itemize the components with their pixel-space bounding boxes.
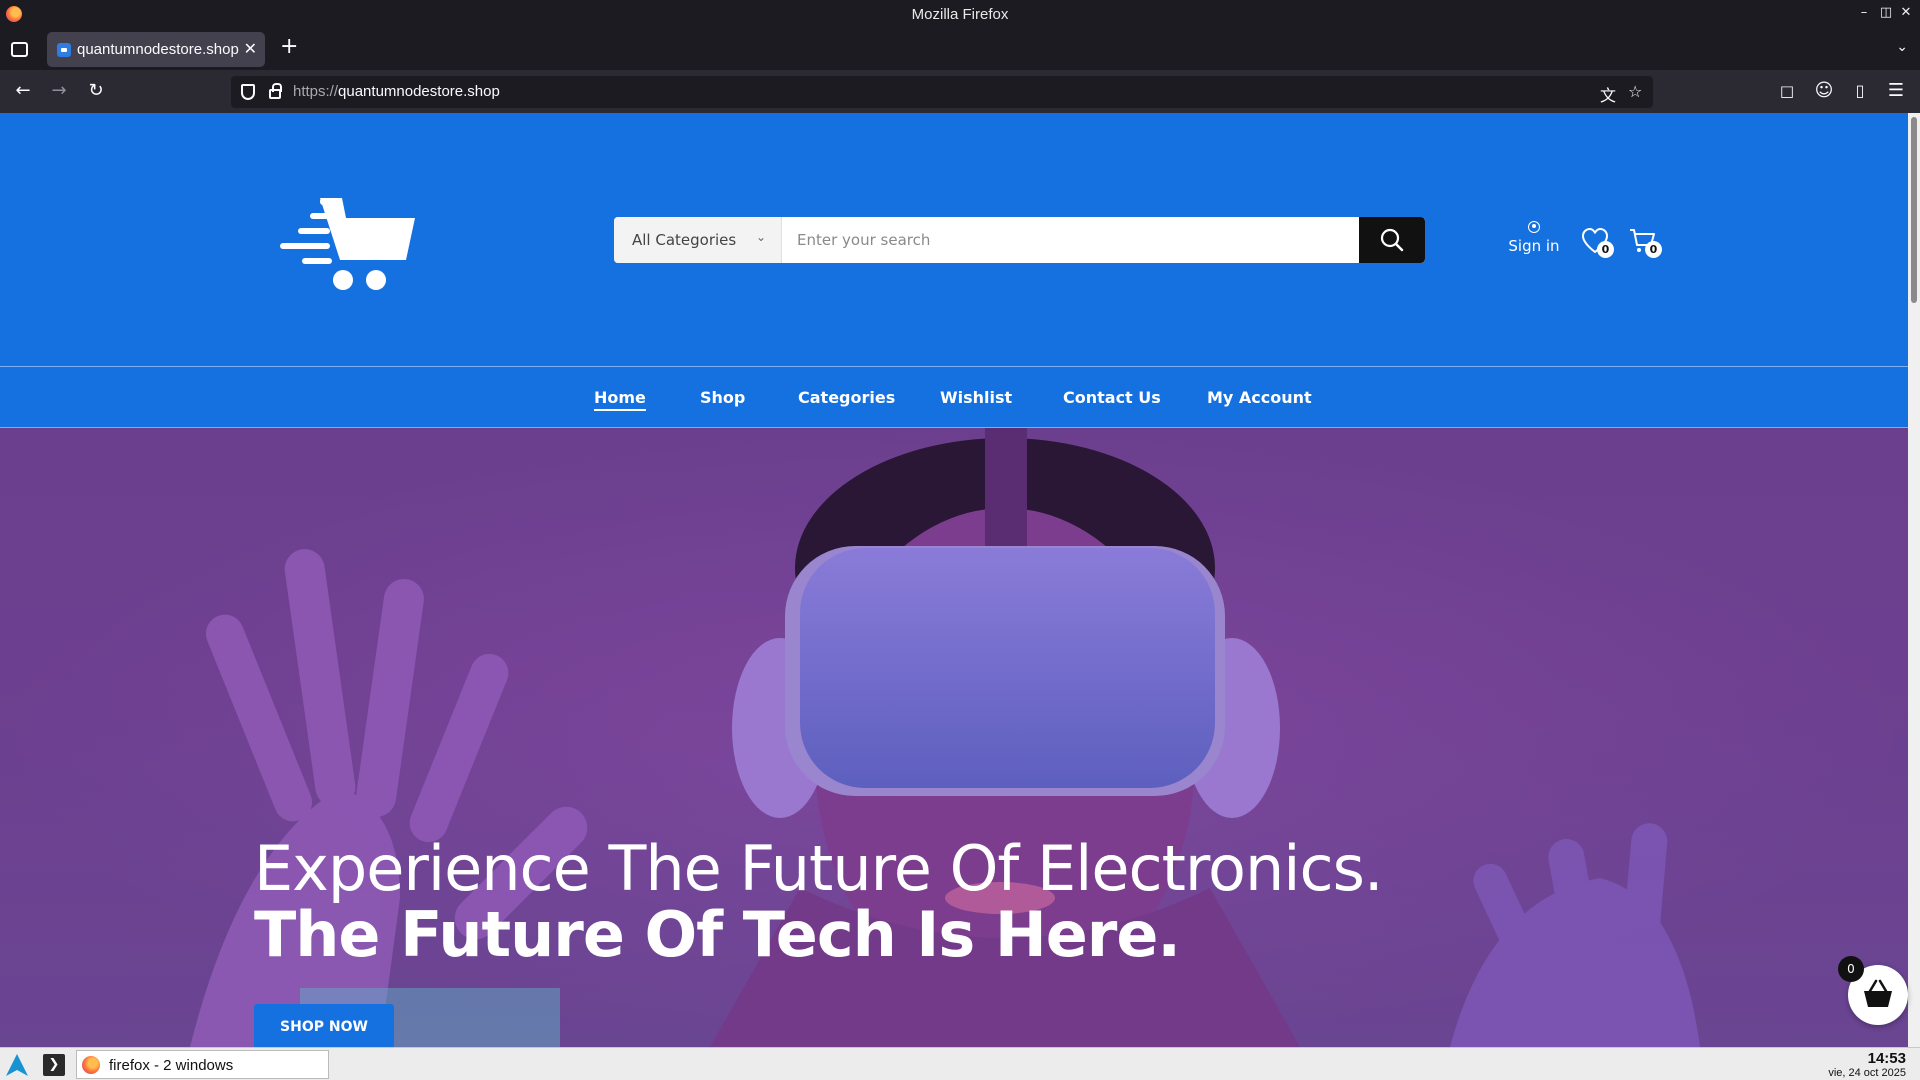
menu-item-contact-us[interactable]: Contact Us xyxy=(1063,388,1161,407)
lock-icon[interactable] xyxy=(269,83,282,99)
web-page: All Categories ⌄ Sign in 0 xyxy=(0,113,1908,1047)
taskbar: ❯ firefox - 2 windows 14:53 vie, 24 oct … xyxy=(0,1047,1920,1080)
category-select-value: All Categories xyxy=(632,231,737,249)
translate-icon[interactable]: 文 xyxy=(1600,82,1616,106)
hero-banner: Experience The Future Of Electronics. Th… xyxy=(0,428,1908,1047)
tab-quantumnodestore[interactable]: quantumnodestore.shop ✕ xyxy=(47,32,265,67)
cart-button[interactable]: 0 xyxy=(1628,226,1662,258)
menu-item-wishlist[interactable]: Wishlist xyxy=(940,388,1012,407)
url-bar[interactable]: https://quantumnodestore.shop 文 ☆ xyxy=(231,76,1653,108)
main-menu: Home Shop Categories Wishlist Contact Us… xyxy=(0,366,1908,428)
firefox-icon xyxy=(82,1056,100,1074)
cart-count-badge: 0 xyxy=(1645,241,1662,258)
category-select[interactable]: All Categories ⌄ xyxy=(614,217,782,263)
page-scrollbar[interactable] xyxy=(1908,113,1920,1047)
clock-time: 14:53 xyxy=(1867,1050,1906,1067)
scrollbar-thumb[interactable] xyxy=(1911,117,1917,303)
close-window-icon[interactable]: ✕ xyxy=(1898,5,1914,21)
extensions-icon[interactable]: ▯ xyxy=(1848,79,1872,103)
sign-in-label: Sign in xyxy=(1508,237,1560,255)
menu-icon[interactable]: ☰ xyxy=(1884,79,1908,103)
menu-item-shop[interactable]: Shop xyxy=(700,388,745,407)
clock-date: vie, 24 oct 2025 xyxy=(1828,1067,1906,1079)
menu-item-my-account[interactable]: My Account xyxy=(1207,388,1312,407)
list-all-tabs-icon[interactable]: ⌄ xyxy=(1896,39,1908,55)
account-icon[interactable]: ☺ xyxy=(1812,79,1836,103)
restore-icon[interactable]: ◫ xyxy=(1878,5,1894,21)
wishlist-count-badge: 0 xyxy=(1597,241,1614,258)
hero-headline: Experience The Future Of Electronics. xyxy=(254,832,1384,905)
menu-item-categories[interactable]: Categories xyxy=(798,388,895,407)
nav-bar: ← → ↻ https://quantumnodestore.shop 文 ☆ … xyxy=(0,70,1920,113)
shield-icon[interactable] xyxy=(241,84,255,100)
start-menu-icon[interactable] xyxy=(4,1052,30,1078)
search-button[interactable] xyxy=(1359,217,1425,263)
taskbar-clock[interactable]: 14:53 vie, 24 oct 2025 xyxy=(1828,1050,1906,1079)
chevron-down-icon: ⌄ xyxy=(756,230,767,244)
tab-title: quantumnodestore.shop xyxy=(77,41,239,58)
forward-icon[interactable]: → xyxy=(47,79,71,103)
cart-logo-icon[interactable] xyxy=(280,198,415,293)
pocket-icon[interactable]: □ xyxy=(1775,79,1799,103)
basket-count-badge: 0 xyxy=(1838,956,1864,982)
new-tab-icon[interactable]: + xyxy=(280,36,298,58)
terminal-icon[interactable]: ❯ xyxy=(43,1054,65,1076)
window-title: Mozilla Firefox xyxy=(911,6,1009,23)
taskbar-firefox-item[interactable]: firefox - 2 windows xyxy=(76,1050,329,1079)
back-icon[interactable]: ← xyxy=(11,79,35,103)
menu-item-home[interactable]: Home xyxy=(594,388,646,411)
search-input[interactable] xyxy=(782,217,1357,263)
wishlist-button[interactable]: 0 xyxy=(1580,226,1614,258)
tab-manager-icon[interactable] xyxy=(11,42,28,57)
hero-subheadline: The Future Of Tech Is Here. xyxy=(254,898,1181,971)
reload-icon[interactable]: ↻ xyxy=(84,79,108,103)
tab-strip: quantumnodestore.shop ✕ + ⌄ xyxy=(0,29,1920,70)
user-icon xyxy=(1528,221,1540,233)
window-titlebar: Mozilla Firefox – ◫ ✕ xyxy=(0,0,1920,29)
sign-in-link[interactable]: Sign in xyxy=(1505,221,1563,261)
taskbar-task-label: firefox - 2 windows xyxy=(109,1057,234,1074)
shop-now-button[interactable]: SHOP NOW xyxy=(254,1004,394,1047)
search-icon xyxy=(1380,228,1404,252)
minimize-icon[interactable]: – xyxy=(1856,5,1872,21)
url-text[interactable]: https://quantumnodestore.shop xyxy=(293,83,500,100)
close-tab-icon[interactable]: ✕ xyxy=(244,39,257,58)
search-bar: All Categories ⌄ xyxy=(614,217,1425,263)
site-favicon xyxy=(57,43,71,57)
star-icon[interactable]: ☆ xyxy=(1628,82,1642,101)
site-header: All Categories ⌄ Sign in 0 xyxy=(0,113,1908,366)
